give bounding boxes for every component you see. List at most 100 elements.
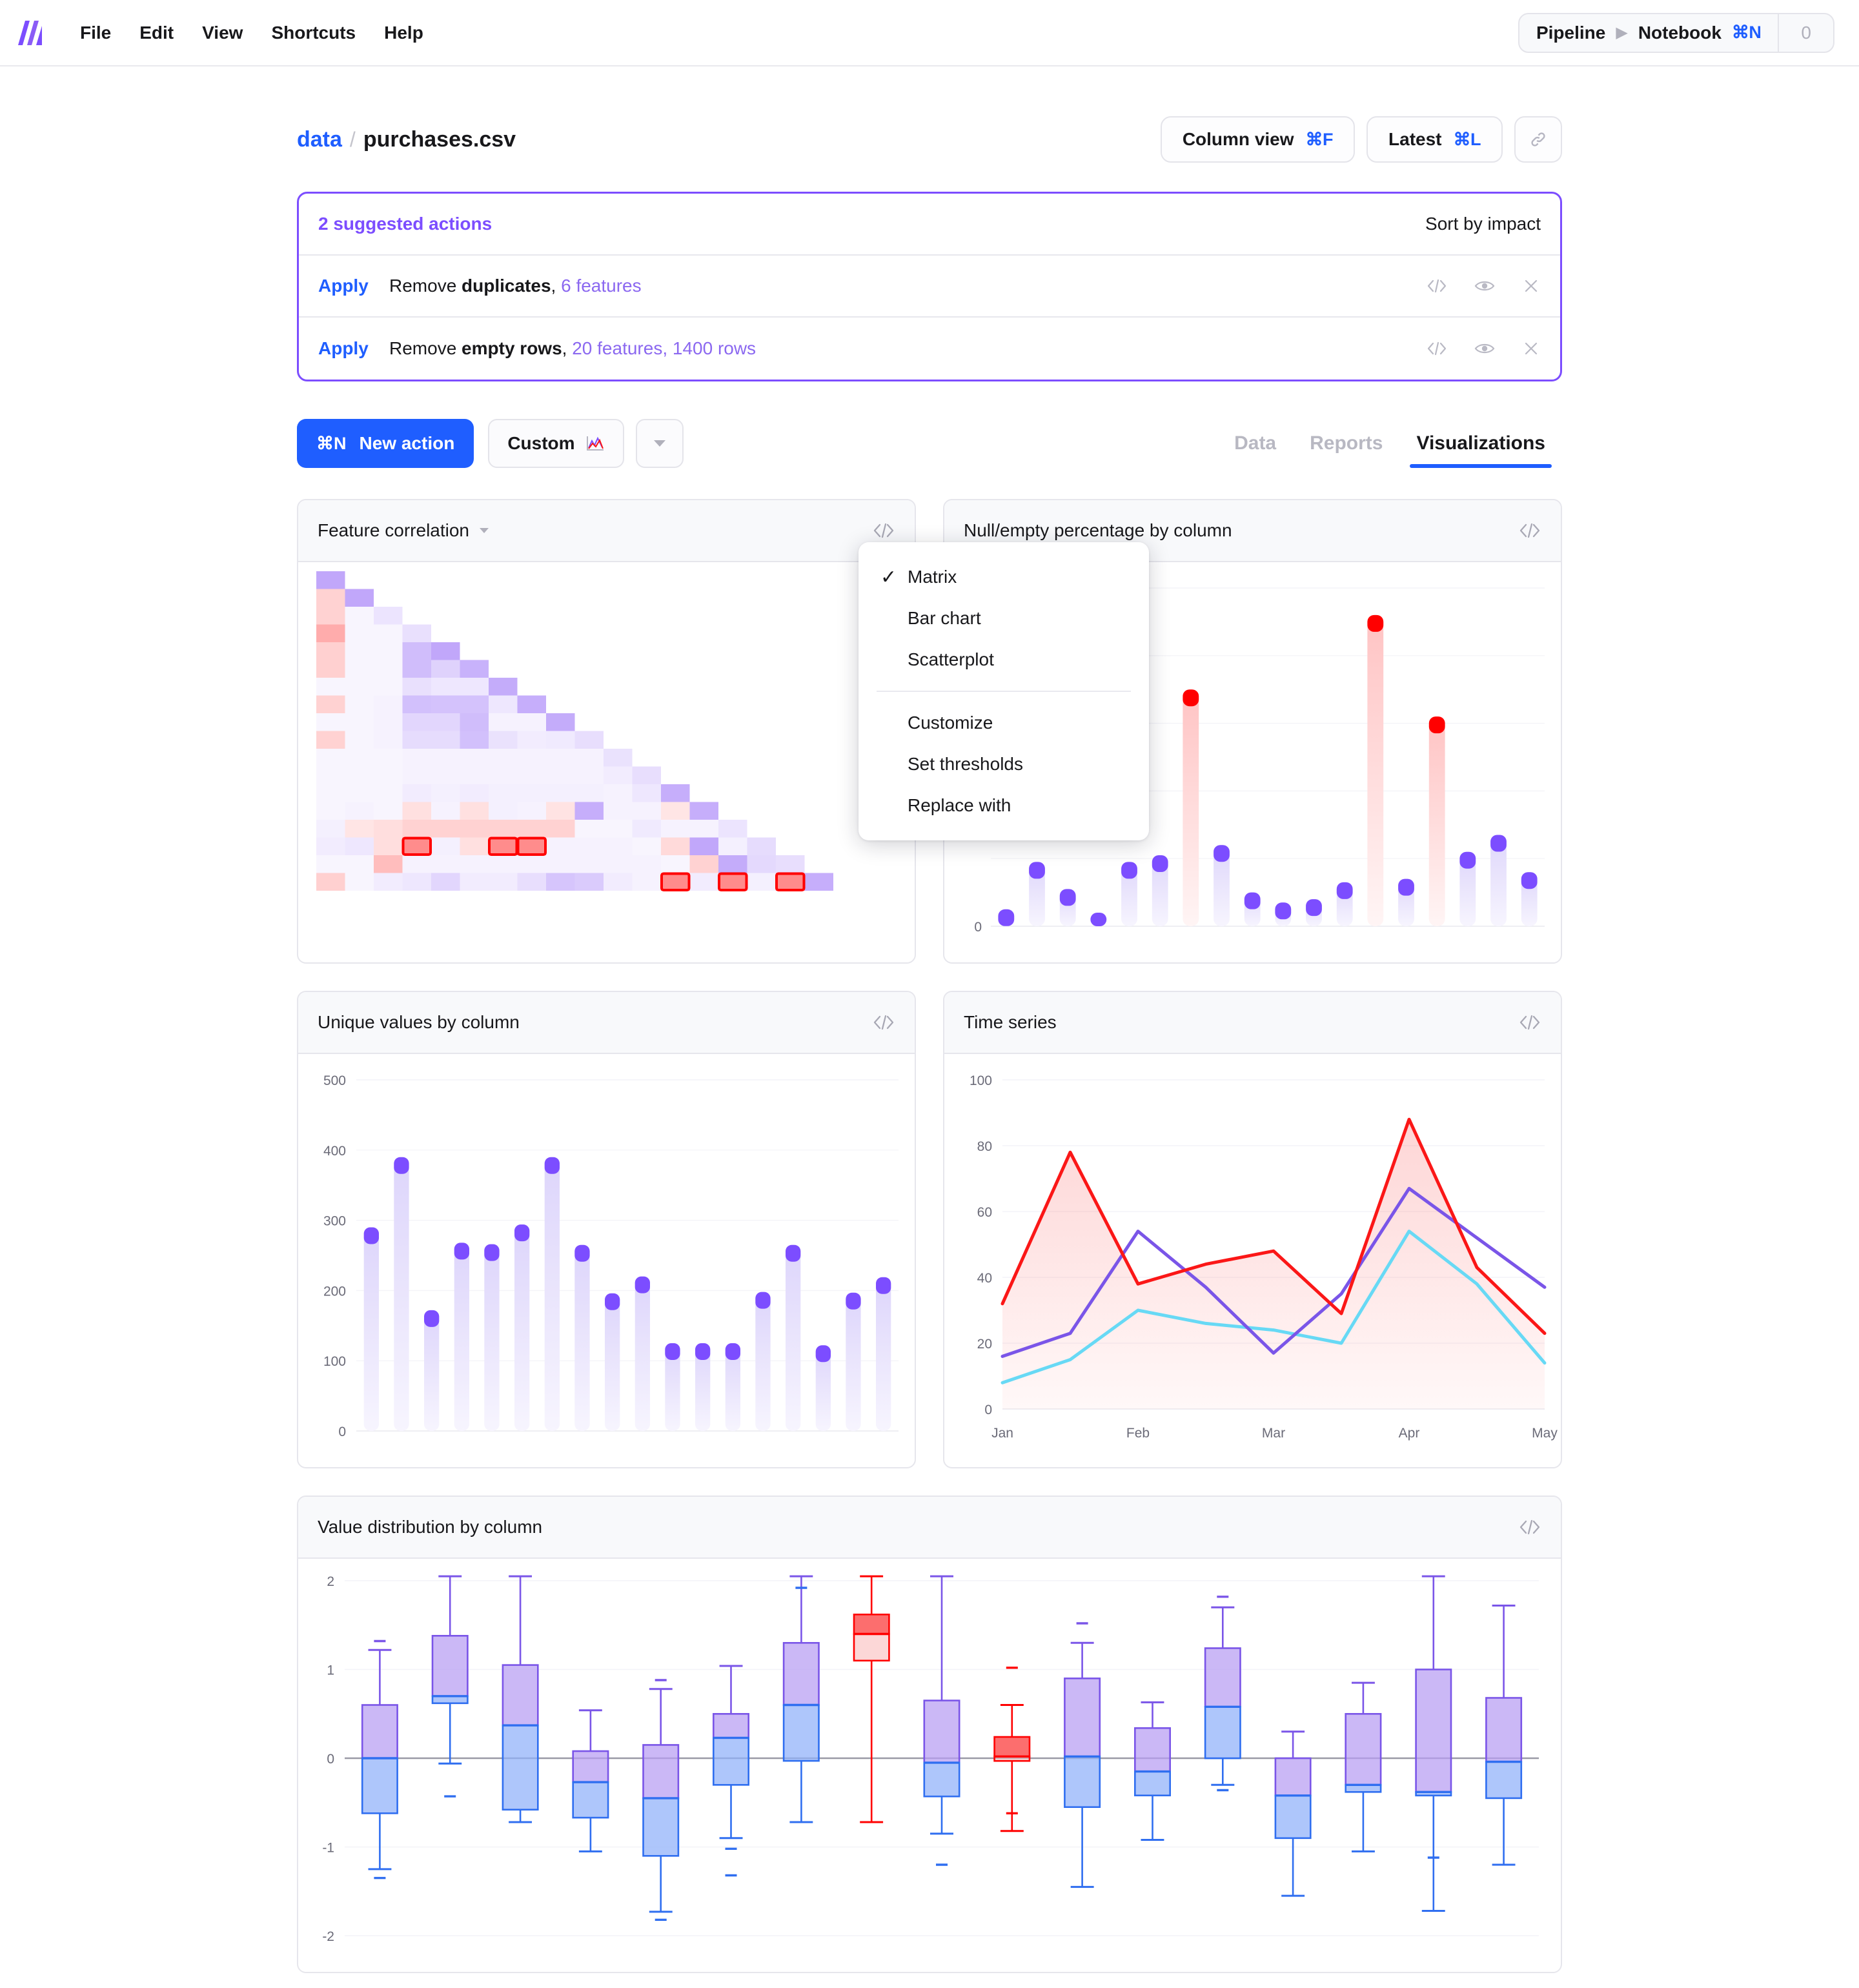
correlation-cell[interactable] <box>776 855 805 873</box>
close-icon[interactable] <box>1521 339 1541 358</box>
correlation-cell[interactable] <box>661 837 690 856</box>
correlation-cell[interactable] <box>632 837 662 856</box>
correlation-cell[interactable] <box>431 873 460 891</box>
correlation-cell[interactable] <box>718 837 747 856</box>
correlation-cell[interactable] <box>316 731 345 749</box>
box-upper[interactable] <box>1204 1647 1241 1708</box>
correlation-cell[interactable] <box>718 820 747 838</box>
menu-item-scatterplot[interactable]: Scatterplot <box>858 639 1149 680</box>
correlation-cell[interactable] <box>546 837 575 856</box>
correlation-cell[interactable] <box>431 749 460 767</box>
correlation-cell[interactable] <box>604 873 633 891</box>
correlation-cell[interactable] <box>574 820 604 838</box>
tab-visualizations[interactable]: Visualizations <box>1399 419 1562 468</box>
box-upper[interactable] <box>502 1664 539 1727</box>
apply-button[interactable]: Apply <box>318 338 389 359</box>
correlation-cell[interactable] <box>316 802 345 820</box>
correlation-cell[interactable] <box>345 802 374 820</box>
correlation-cell[interactable] <box>517 749 547 767</box>
bar[interactable] <box>755 1292 771 1431</box>
box-upper[interactable] <box>572 1750 609 1783</box>
bar[interactable] <box>605 1293 620 1431</box>
correlation-cell[interactable] <box>402 713 432 731</box>
code-icon[interactable] <box>872 1013 895 1031</box>
correlation-cell[interactable] <box>374 749 403 767</box>
correlation-cell[interactable] <box>689 855 719 873</box>
correlation-cell[interactable] <box>374 820 403 838</box>
correlation-cell[interactable] <box>489 837 518 856</box>
correlation-cell[interactable] <box>489 766 518 785</box>
menu-item-help[interactable]: Help <box>370 16 438 50</box>
correlation-cell[interactable] <box>489 713 518 731</box>
menu-item-bar-chart[interactable]: Bar chart <box>858 598 1149 639</box>
column-view-button[interactable]: Column view ⌘F <box>1160 116 1356 163</box>
bar[interactable] <box>846 1292 861 1431</box>
bar[interactable] <box>363 1227 379 1432</box>
correlation-cell[interactable] <box>345 660 374 678</box>
correlation-cell[interactable] <box>402 802 432 820</box>
correlation-cell[interactable] <box>574 784 604 802</box>
correlation-cell[interactable] <box>689 837 719 856</box>
eye-icon[interactable] <box>1474 278 1496 294</box>
correlation-cell[interactable] <box>747 873 777 891</box>
correlation-cell[interactable] <box>374 873 403 891</box>
bar[interactable] <box>635 1276 650 1431</box>
correlation-cell[interactable] <box>316 820 345 838</box>
bar[interactable] <box>1183 689 1199 926</box>
correlation-cell[interactable] <box>632 855 662 873</box>
correlation-cell[interactable] <box>460 837 489 856</box>
correlation-cell[interactable] <box>747 837 777 856</box>
correlation-cell[interactable] <box>489 678 518 696</box>
correlation-cell[interactable] <box>345 695 374 714</box>
correlation-cell[interactable] <box>345 749 374 767</box>
box-lower[interactable] <box>1485 1761 1523 1800</box>
box-upper[interactable] <box>1064 1678 1101 1758</box>
correlation-cell[interactable] <box>316 837 345 856</box>
correlation-cell[interactable] <box>661 802 690 820</box>
correlation-cell[interactable] <box>546 784 575 802</box>
correlation-cell[interactable] <box>316 607 345 625</box>
code-icon[interactable] <box>1518 1013 1541 1031</box>
correlation-cell[interactable] <box>489 731 518 749</box>
correlation-cell[interactable] <box>431 642 460 660</box>
correlation-cell[interactable] <box>374 695 403 714</box>
correlation-cell[interactable] <box>316 713 345 731</box>
custom-button[interactable]: Custom <box>488 419 624 468</box>
eye-icon[interactable] <box>1474 340 1496 357</box>
correlation-cell[interactable] <box>517 855 547 873</box>
correlation-cell[interactable] <box>316 624 345 643</box>
correlation-cell[interactable] <box>460 713 489 731</box>
correlation-cell[interactable] <box>431 731 460 749</box>
correlation-cell[interactable] <box>574 749 604 767</box>
box-lower[interactable] <box>923 1761 960 1798</box>
correlation-cell[interactable] <box>517 731 547 749</box>
correlation-cell[interactable] <box>402 820 432 838</box>
correlation-cell[interactable] <box>402 749 432 767</box>
correlation-cell[interactable] <box>431 837 460 856</box>
unique-values-chart[interactable]: 0 100 200 300 400 500 <box>298 1054 914 1467</box>
box-upper[interactable] <box>712 1713 749 1739</box>
correlation-cell[interactable] <box>460 802 489 820</box>
correlation-cell[interactable] <box>517 820 547 838</box>
correlation-cell[interactable] <box>402 695 432 714</box>
correlation-cell[interactable] <box>345 589 374 607</box>
correlation-cell[interactable] <box>517 837 547 856</box>
correlation-cell[interactable] <box>517 766 547 785</box>
correlation-cell[interactable] <box>546 820 575 838</box>
correlation-cell[interactable] <box>460 766 489 785</box>
correlation-cell[interactable] <box>345 713 374 731</box>
box-upper[interactable] <box>853 1614 890 1635</box>
bar[interactable] <box>484 1244 500 1431</box>
correlation-cell[interactable] <box>460 749 489 767</box>
correlation-cell[interactable] <box>546 749 575 767</box>
box-upper[interactable] <box>1485 1697 1523 1763</box>
menu-item-customize[interactable]: Customize <box>858 702 1149 744</box>
bar[interactable] <box>394 1157 409 1431</box>
correlation-cell[interactable] <box>460 695 489 714</box>
correlation-cell[interactable] <box>431 802 460 820</box>
box-lower[interactable] <box>361 1757 398 1814</box>
correlation-cell[interactable] <box>517 695 547 714</box>
correlation-cell[interactable] <box>345 820 374 838</box>
pipeline-notebook-pill[interactable]: Pipeline ▶ Notebook ⌘N 0 <box>1518 12 1834 53</box>
correlation-cell[interactable] <box>345 642 374 660</box>
